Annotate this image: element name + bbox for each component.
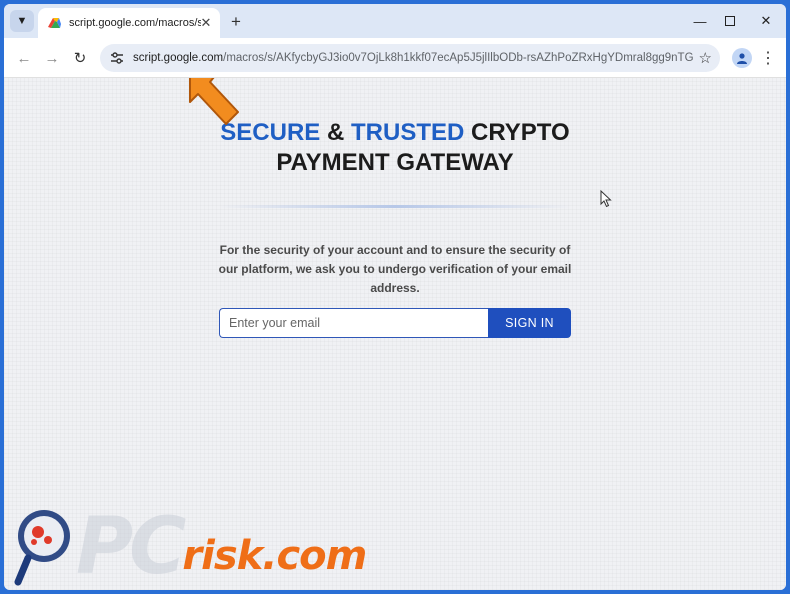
- back-icon[interactable]: ←: [14, 48, 34, 68]
- tab-title: script.google.com/macros/s/AKfycbyGJ3io0…: [69, 17, 201, 29]
- watermark-risk: risk.com: [182, 533, 367, 579]
- email-field[interactable]: [219, 308, 489, 338]
- close-icon[interactable]: ✕: [198, 15, 214, 31]
- url-path: /macros/s/AKfycbyGJ3io0v7OjLk8h1kkf07ecA…: [223, 52, 693, 64]
- site-info-icon[interactable]: [108, 49, 126, 67]
- url-host: script.google.com: [133, 52, 224, 64]
- star-icon[interactable]: ☆: [699, 49, 712, 67]
- tab-list-icon[interactable]: ▼: [10, 10, 34, 32]
- page-content: SECURE & TRUSTED CRYPTO PAYMENT GATEWAY …: [4, 78, 786, 590]
- divider: [219, 205, 571, 208]
- close-window-icon[interactable]: ✕: [756, 12, 776, 30]
- more-menu-icon[interactable]: ⋮: [760, 48, 776, 68]
- minimize-icon[interactable]: —: [690, 12, 710, 30]
- headline-trusted: TRUSTED: [351, 119, 465, 146]
- url-text[interactable]: script.google.com/macros/s/AKfycbyGJ3io0…: [133, 52, 693, 64]
- mouse-cursor-icon: [600, 190, 612, 208]
- tab-active[interactable]: script.google.com/macros/s/AKfycbyGJ3io0…: [38, 8, 220, 38]
- favicon-icon: [48, 18, 61, 28]
- magnifier-logo-icon: [14, 510, 70, 586]
- tab-strip: ▼ script.google.com/macros/s/AKfycbyGJ3i…: [4, 4, 786, 38]
- pointer-arrow-icon: [189, 78, 239, 125]
- maximize-icon[interactable]: [720, 12, 740, 30]
- browser-window: ▼ script.google.com/macros/s/AKfycbyGJ3i…: [4, 4, 786, 590]
- page-title: SECURE & TRUSTED CRYPTO PAYMENT GATEWAY: [195, 118, 595, 178]
- plus-icon[interactable]: +: [226, 12, 246, 32]
- browser-toolbar: ← → ↻ script.google.com/macros/s/AKfycby…: [4, 38, 786, 78]
- headline-ampersand: &: [326, 119, 345, 146]
- watermark-pc: PC: [76, 502, 186, 590]
- address-bar[interactable]: script.google.com/macros/s/AKfycbyGJ3io0…: [100, 44, 720, 72]
- profile-icon[interactable]: [732, 48, 752, 68]
- headline-line2: PAYMENT GATEWAY: [276, 149, 514, 176]
- headline-crypto: CRYPTO: [471, 119, 570, 146]
- forward-icon[interactable]: →: [42, 48, 62, 68]
- verification-message: For the security of your account and to …: [218, 243, 572, 295]
- watermark: PCrisk.com: [76, 502, 367, 590]
- reload-icon[interactable]: ↻: [70, 48, 90, 68]
- sign-in-button[interactable]: SIGN IN: [488, 308, 571, 338]
